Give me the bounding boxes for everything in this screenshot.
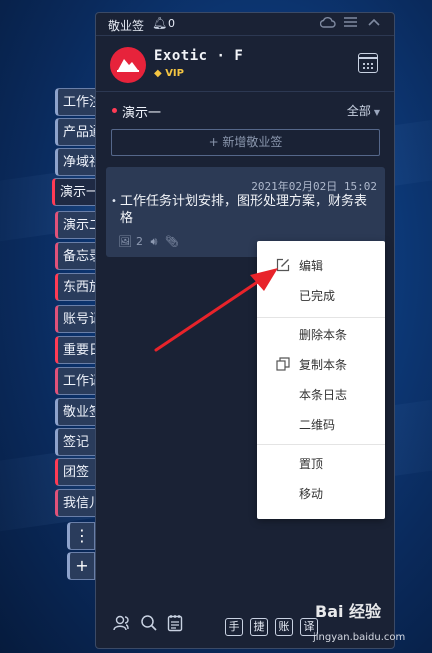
image-count: 2 <box>135 235 143 248</box>
header-divider <box>96 91 394 92</box>
sidebar-tab[interactable]: 产品通 <box>55 118 97 146</box>
title-bar: 敬业签 🔔︎ 0 <box>96 13 394 35</box>
note-attachments: 🖼︎ 2 🔊︎ 📎︎ <box>118 235 183 249</box>
user-name: Exotic · F <box>154 48 244 64</box>
filter-dropdown[interactable]: 全部 ▼ <box>347 102 380 119</box>
menu-item-move[interactable]: 移动 <box>257 480 385 508</box>
watermark-url: jingyan.baidu.com <box>313 632 406 643</box>
sidebar-tab[interactable]: 东西放 <box>55 273 97 301</box>
watermark: Bai 经验 jingyan.baidu.com <box>313 598 405 643</box>
sidebar-tab[interactable]: 签记 <box>55 428 97 456</box>
image-icon: 🖼︎ <box>118 235 132 248</box>
contacts-icon[interactable] <box>113 614 131 636</box>
sidebar-tab[interactable]: 备忘录 <box>55 242 97 270</box>
cloud-sync-icon[interactable] <box>319 16 336 32</box>
menu-divider <box>257 444 385 445</box>
calendar-icon[interactable] <box>358 53 378 73</box>
sidebar-tab[interactable]: 工作记 <box>55 367 97 395</box>
sidebar-tab[interactable]: 重要日 <box>55 336 97 364</box>
annotation-arrow <box>154 268 278 352</box>
sidebar-tab[interactable]: 我信儿 <box>55 489 97 517</box>
chevron-down-icon: ▼ <box>373 108 380 117</box>
bell-icon[interactable]: 🔔︎ <box>152 16 167 30</box>
avatar[interactable] <box>110 47 146 83</box>
notification-count: 0 <box>168 17 175 30</box>
sidebar-tab[interactable]: 团签 <box>55 458 97 486</box>
menu-item-copy[interactable]: 复制本条 <box>257 351 385 379</box>
group-title: 演示一 <box>122 106 162 121</box>
menu-item-qrcode[interactable]: 二维码 <box>257 411 385 439</box>
sidebar-tab[interactable]: 净域社 <box>55 148 97 176</box>
title-divider <box>96 35 394 36</box>
sidebar-more-button[interactable]: ⋮ <box>67 522 95 550</box>
audio-icon: 🔊︎ <box>150 235 158 248</box>
watermark-brand: Bai 经验 <box>315 602 382 621</box>
shortcut-button[interactable]: 手 <box>225 618 243 636</box>
search-icon[interactable] <box>140 614 158 636</box>
cloud-logo-icon <box>117 59 139 72</box>
sidebar-tab[interactable]: 工作注 <box>55 88 97 116</box>
sidebar-tab[interactable]: 账号记 <box>55 305 97 333</box>
menu-item-pin[interactable]: 置顶 <box>257 450 385 478</box>
menu-icon[interactable] <box>344 16 357 32</box>
sidebar-tab[interactable]: 敬业签 <box>55 398 97 426</box>
group-color-dot <box>112 108 117 113</box>
add-note-button[interactable]: + 新增敬业签 <box>111 129 380 156</box>
note-content: 工作任务计划安排，图形处理方案，财务表格 <box>111 193 370 227</box>
vip-badge: ◆ VIP <box>154 68 184 79</box>
notepad-icon[interactable] <box>167 614 183 636</box>
shortcut-button[interactable]: 账 <box>275 618 293 636</box>
sidebar-add-button[interactable]: + <box>67 552 95 580</box>
paperclip-icon: 📎︎ <box>164 235 179 248</box>
copy-icon <box>276 357 290 371</box>
collapse-icon[interactable] <box>368 16 380 31</box>
menu-item-log[interactable]: 本条日志 <box>257 381 385 409</box>
shortcut-button[interactable]: 捷 <box>250 618 268 636</box>
gem-icon: ◆ <box>154 68 162 79</box>
note-timestamp: 2021年02月02日 15:02 <box>251 180 377 193</box>
sidebar-tab[interactable]: 演示二 <box>55 211 97 239</box>
app-title: 敬业签 <box>108 19 145 33</box>
sidebar-tab-active[interactable]: 演示一 <box>52 178 97 206</box>
